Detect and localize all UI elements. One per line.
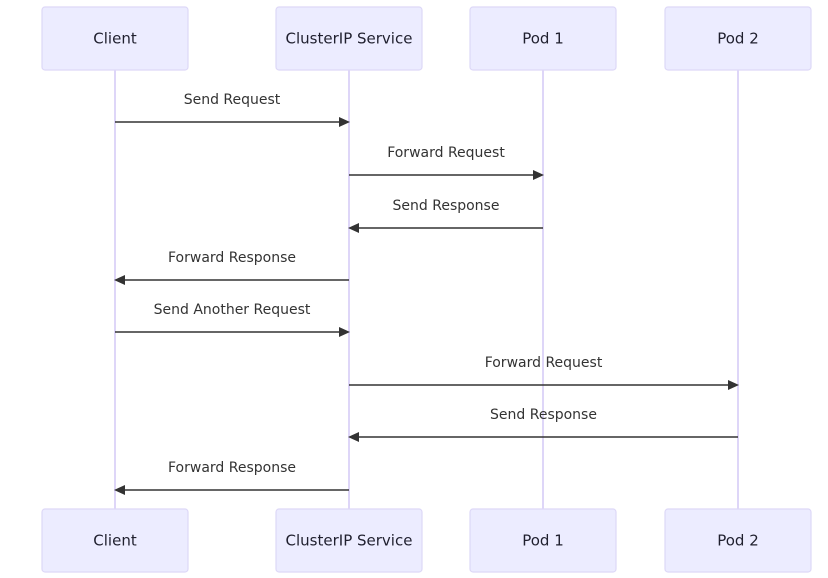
- messages: Send Request Forward Request Send Response…: [114, 92, 739, 495]
- message-8[interactable]: Forward Response: [114, 460, 349, 495]
- message-2[interactable]: Forward Request: [349, 145, 544, 180]
- actor-bottom-svc[interactable]: ClusterIP Service: [275, 508, 423, 573]
- message-label: Send Response: [490, 407, 597, 423]
- actors-bottom: Client ClusterIP Service Pod 1 Pod 2: [41, 508, 812, 573]
- actor-top-client[interactable]: Client: [41, 6, 189, 71]
- actor-bottom-client[interactable]: Client: [41, 508, 189, 573]
- message-5[interactable]: Send Another Request: [115, 302, 350, 337]
- message-label: Send Response: [393, 198, 500, 214]
- sequence-diagram: Client ClusterIP Service Pod 1 Pod 2 Send R…: [41, 6, 812, 573]
- message-label: Send Request: [184, 92, 281, 108]
- actor-label: ClusterIP Service: [286, 532, 413, 550]
- message-6[interactable]: Forward Request: [349, 355, 739, 390]
- message-label: Forward Response: [168, 460, 296, 476]
- message-4[interactable]: Forward Response: [114, 250, 349, 285]
- actor-top-svc[interactable]: ClusterIP Service: [275, 6, 423, 71]
- message-label: Forward Response: [168, 250, 296, 266]
- message-label: Send Another Request: [154, 302, 311, 318]
- actor-label: Pod 1: [522, 30, 564, 48]
- actor-bottom-pod2[interactable]: Pod 2: [664, 508, 812, 573]
- actors-top: Client ClusterIP Service Pod 1 Pod 2: [41, 6, 812, 71]
- actor-label: Pod 1: [522, 532, 564, 550]
- lifelines: [114, 70, 739, 509]
- message-label: Forward Request: [387, 145, 505, 161]
- message-1[interactable]: Send Request: [115, 92, 350, 127]
- message-3[interactable]: Send Response: [348, 198, 543, 233]
- message-label: Forward Request: [485, 355, 603, 371]
- actor-label: Client: [93, 532, 137, 550]
- actor-label: Pod 2: [717, 30, 759, 48]
- actor-label: Client: [93, 30, 137, 48]
- actor-bottom-pod1[interactable]: Pod 1: [469, 508, 617, 573]
- actor-label: Pod 2: [717, 532, 759, 550]
- actor-top-pod2[interactable]: Pod 2: [664, 6, 812, 71]
- actor-label: ClusterIP Service: [286, 30, 413, 48]
- actor-top-pod1[interactable]: Pod 1: [469, 6, 617, 71]
